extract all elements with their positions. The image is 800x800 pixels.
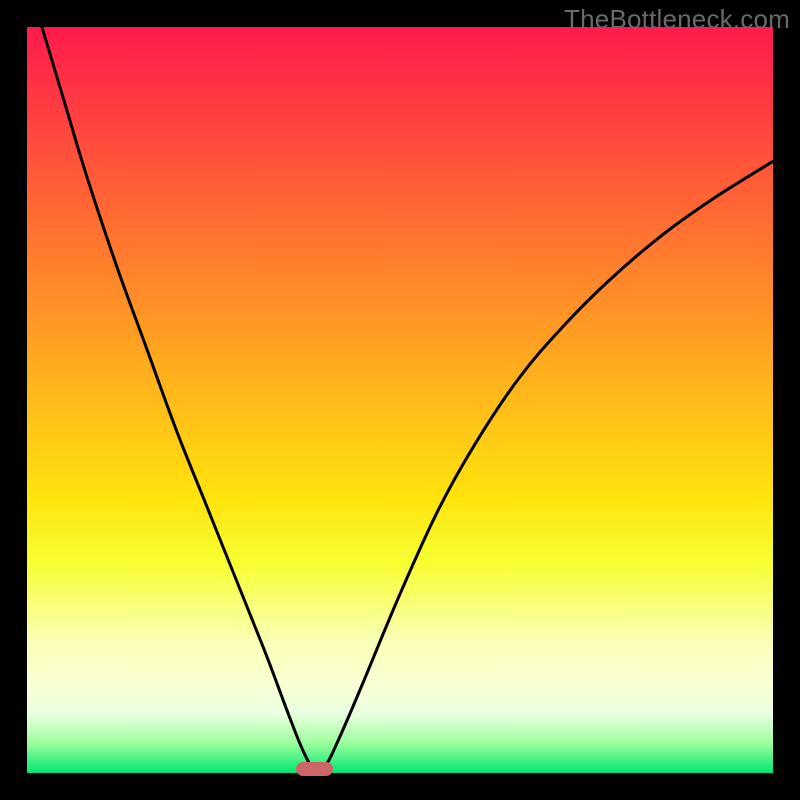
- plot-area: [27, 27, 773, 773]
- curve-path: [42, 27, 773, 771]
- bottleneck-curve: [27, 27, 773, 773]
- chart-frame: TheBottleneck.com: [0, 0, 800, 800]
- minimum-marker: [296, 762, 333, 776]
- watermark-text: TheBottleneck.com: [564, 4, 790, 35]
